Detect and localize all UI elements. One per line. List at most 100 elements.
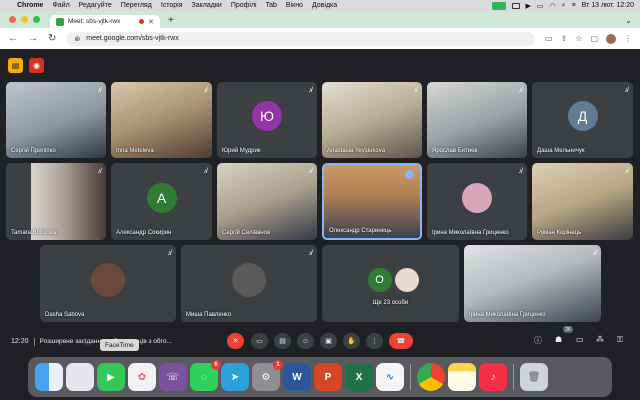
facetime-status-icon[interactable]: [491, 1, 506, 10]
mic-off-icon: ♪̸: [203, 87, 208, 94]
participant-tile[interactable]: ♪̸ Ярослав Битиев: [427, 82, 527, 158]
participant-tile[interactable]: ♪̸ Inna Meteleva: [111, 82, 212, 158]
recording-dot-icon: [139, 19, 145, 24]
menu-window[interactable]: Вікно: [286, 2, 303, 9]
captions-button[interactable]: ▤: [274, 333, 291, 349]
meeting-info-icon[interactable]: ⓘ: [534, 335, 542, 346]
profile-avatar[interactable]: [606, 33, 616, 44]
participant-tile[interactable]: ♪̸ Tamara Bobkova: [6, 163, 106, 240]
bookmark-star-icon[interactable]: ☆: [575, 34, 582, 43]
mic-toggle-button[interactable]: ✕: [227, 333, 244, 349]
participant-video: [6, 82, 106, 158]
participant-name: Олександр Старинець: [329, 228, 392, 234]
activities-icon[interactable]: ⁂: [596, 335, 604, 344]
more-options-button[interactable]: ⋮: [366, 333, 383, 349]
host-controls-icon[interactable]: ⚿: [617, 335, 623, 345]
trash-icon[interactable]: 🗑: [520, 363, 548, 391]
play-icon[interactable]: ▶: [526, 2, 531, 10]
chat-icon[interactable]: ▭: [576, 335, 584, 344]
menu-bookmarks[interactable]: Закладки: [192, 2, 222, 9]
finder-icon[interactable]: [35, 363, 63, 391]
present-button[interactable]: ▣: [320, 333, 337, 349]
photos-icon[interactable]: ✿: [128, 363, 156, 391]
notes-icon[interactable]: [448, 363, 476, 391]
screen-icon[interactable]: [511, 2, 520, 9]
telegram-icon[interactable]: ➤: [221, 363, 249, 391]
camera-toggle-button[interactable]: ▭: [251, 333, 268, 349]
participant-name: Даша Мельничук: [537, 148, 585, 154]
excel-icon[interactable]: X: [345, 363, 373, 391]
menu-help[interactable]: Довідка: [312, 2, 337, 9]
zoom-window-button[interactable]: [33, 16, 40, 23]
raise-hand-button[interactable]: ✋: [343, 333, 360, 349]
camera-in-use-icon[interactable]: ▭: [545, 34, 553, 43]
music-icon[interactable]: ♪: [479, 363, 507, 391]
tab-search-chevron-icon[interactable]: ⌄: [625, 16, 632, 25]
leave-call-button[interactable]: ☎: [389, 333, 413, 349]
battery-icon[interactable]: ▭: [537, 2, 544, 10]
participant-tile-speaking[interactable]: Олександр Старинець: [322, 163, 422, 240]
more-participants-label: Ще 23 особи: [372, 300, 409, 306]
messages-icon[interactable]: ◌ 6: [190, 360, 221, 391]
minimize-window-button[interactable]: [21, 16, 28, 23]
viber-icon[interactable]: ☏: [159, 363, 187, 391]
control-center-icon[interactable]: ≡: [572, 2, 576, 9]
participant-avatar: О: [367, 267, 392, 292]
word-icon[interactable]: W: [283, 363, 311, 391]
participant-tile[interactable]: ♪̸ Сергій Приліпко: [6, 82, 106, 158]
macos-menubar: Chrome Файл Редагуйте Перегляд Історія З…: [0, 0, 640, 11]
messages-badge: 6: [211, 360, 221, 370]
forward-icon[interactable]: →: [28, 33, 38, 44]
menu-view[interactable]: Перегляд: [121, 2, 152, 9]
recording-info-icon[interactable]: ▤: [8, 58, 23, 73]
reload-icon[interactable]: ↻: [48, 33, 56, 44]
mic-off-icon: ♪̸: [413, 87, 418, 94]
extensions-icon[interactable]: ▢: [590, 34, 598, 43]
browser-tab[interactable]: Meet: sbs-vjtk-rwx ✕: [50, 15, 160, 28]
menubar-app-name[interactable]: Chrome: [17, 2, 43, 9]
site-info-icon[interactable]: ⊜: [74, 35, 80, 43]
facetime-icon[interactable]: ▶: [97, 363, 125, 391]
menubar-clock[interactable]: Вт 13 лют. 12:20: [582, 2, 634, 9]
meeting-time: 12:20: [11, 338, 29, 345]
share-icon[interactable]: ⇪: [561, 34, 568, 43]
search-icon[interactable]: ⌕: [562, 2, 566, 10]
participant-tile[interactable]: ♪̸ Dasha Sabova: [40, 245, 176, 322]
people-icon[interactable]: ☗: [555, 335, 562, 344]
participant-tile[interactable]: А ♪̸ Александр Сокирин: [111, 163, 212, 240]
recording-icon[interactable]: ◉: [29, 58, 44, 73]
menu-history[interactable]: Історія: [161, 2, 183, 9]
menu-tab[interactable]: Tab: [266, 2, 277, 9]
menu-file[interactable]: Файл: [52, 2, 69, 9]
wifi-icon[interactable]: ◠: [550, 2, 556, 10]
menu-edit[interactable]: Редагуйте: [79, 2, 112, 9]
close-tab-icon[interactable]: ✕: [148, 18, 154, 26]
participant-tile[interactable]: ♪̸ Сергій Селіванов: [217, 163, 317, 240]
emoji-button[interactable]: ☺: [297, 333, 314, 349]
more-participants-tile[interactable]: О Ще 23 особи: [322, 245, 459, 322]
url-field[interactable]: ⊜ meet.google.com/sbs-vjtk-rwx: [66, 31, 535, 46]
participant-video: [6, 163, 106, 240]
participant-tile[interactable]: Д ♪̸ Даша Мельничук: [532, 82, 633, 158]
chrome-menu-icon[interactable]: ⋮: [624, 34, 632, 43]
participant-avatar-photo: [394, 267, 419, 292]
powerpoint-icon[interactable]: P: [314, 363, 342, 391]
participant-tile[interactable]: ♪̸ Миша Павленко: [181, 245, 317, 322]
chrome-icon[interactable]: [417, 363, 445, 391]
mic-off-icon: ♪̸: [518, 87, 523, 94]
participant-tile[interactable]: ♪̸ Ірина Миколаївна Гриценко: [427, 163, 527, 240]
participant-name: Юрий Мудрик: [222, 148, 261, 154]
participant-tile[interactable]: ♪̸ Anastasia Yevsiukova: [322, 82, 422, 158]
mic-off-icon: ♪̸: [203, 168, 208, 175]
back-icon[interactable]: ←: [8, 33, 18, 44]
browser-tabbar: Meet: sbs-vjtk-rwx ✕ + ⌄: [0, 11, 640, 28]
menu-profiles[interactable]: Профілі: [231, 2, 257, 9]
participant-tile[interactable]: ♪̸ Роман Корінець: [532, 163, 633, 240]
launchpad-icon[interactable]: [66, 363, 94, 391]
freeform-icon[interactable]: ∿: [376, 363, 404, 391]
close-window-button[interactable]: [9, 16, 16, 23]
participant-tile[interactable]: Ю ♪̸ Юрий Мудрик: [217, 82, 317, 158]
settings-icon[interactable]: ⚙ 1: [252, 360, 283, 391]
new-tab-button[interactable]: +: [168, 15, 174, 26]
participant-tile[interactable]: ♪̸ Ірина Миколаївна Гриценко: [464, 245, 601, 322]
